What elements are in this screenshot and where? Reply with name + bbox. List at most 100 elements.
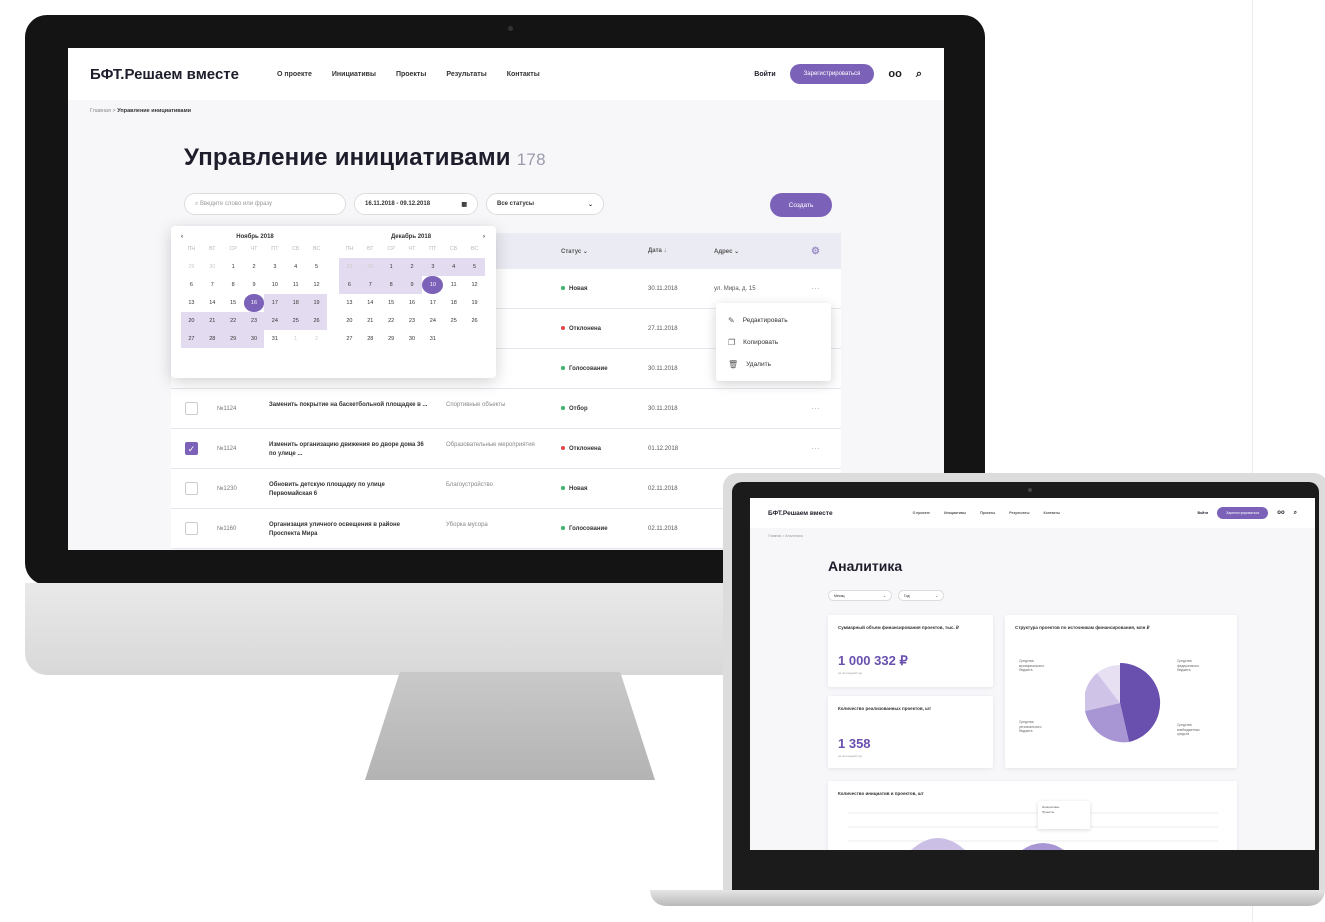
calendar-day[interactable]: 12 [306, 276, 327, 294]
calendar-day[interactable]: 1 [285, 330, 306, 348]
register-button[interactable]: Зарегистрироваться [789, 64, 875, 84]
initiative-name[interactable]: Заменить покрытие на баскетбольной площа… [269, 401, 429, 410]
calendar-day[interactable]: 19 [306, 294, 327, 312]
calendar-day[interactable]: 7 [202, 276, 223, 294]
period-select-month[interactable]: Месяц ⌄ [828, 590, 892, 601]
site-logo[interactable]: БФТ.Решаем вместе [90, 66, 239, 83]
calendar-day[interactable]: 9 [401, 276, 423, 294]
calendar-day[interactable]: 30 [243, 330, 265, 348]
search-input[interactable]: ⌕ Введите слово или фразу [184, 193, 346, 215]
calendar-day[interactable]: 12 [464, 276, 485, 294]
calendar-day[interactable]: 20 [339, 312, 360, 330]
register-button[interactable]: Зарегистрироваться [1217, 507, 1269, 519]
table-row[interactable]: №1124 Заменить покрытие на баскетбольной … [171, 389, 841, 429]
nav-contacts[interactable]: Контакты [507, 71, 540, 78]
row-checkbox[interactable] [185, 402, 198, 415]
more-icon[interactable]: ··· [811, 283, 820, 293]
calendar-day[interactable]: 18 [443, 294, 464, 312]
calendar-day[interactable]: 8 [380, 276, 402, 294]
search-icon[interactable]: ⌕ [1294, 510, 1297, 517]
calendar-day[interactable]: 22 [222, 312, 244, 330]
calendar-day[interactable]: 21 [360, 312, 381, 330]
calendar-day[interactable]: 14 [360, 294, 381, 312]
calendar-day[interactable]: 11 [285, 276, 306, 294]
search-icon[interactable]: ⌕ [916, 68, 922, 81]
nav-results[interactable]: Результаты [446, 71, 486, 78]
calendar-day[interactable]: 13 [181, 294, 202, 312]
calendar-day[interactable]: 25 [443, 312, 464, 330]
calendar-day[interactable]: 27 [339, 330, 360, 348]
calendar-day[interactable]: 22 [381, 312, 402, 330]
login-link[interactable]: Войти [754, 71, 775, 78]
calendar-day[interactable]: 3 [264, 258, 285, 276]
calendar-day[interactable]: 24 [422, 312, 443, 330]
calendar-day[interactable]: 29 [181, 258, 202, 276]
row-checkbox[interactable] [185, 522, 198, 535]
calendar-day[interactable]: 30 [402, 330, 423, 348]
calendar-day[interactable]: 3 [422, 258, 444, 276]
site-logo[interactable]: БФТ.Решаем вместе [768, 510, 833, 517]
more-icon[interactable]: ··· [811, 443, 820, 453]
initiative-name[interactable]: Обновить детскую площадку по улице Перво… [269, 481, 429, 498]
calendar-day[interactable]: 19 [464, 294, 485, 312]
column-address[interactable]: Адрес ⌄ [714, 248, 739, 255]
table-row[interactable]: ✓ №1124 Изменить организацию движения во д… [171, 429, 841, 469]
calendar-day[interactable]: 29 [222, 330, 244, 348]
calendar-day[interactable]: 26 [306, 312, 327, 330]
calendar-next-icon[interactable]: › [483, 234, 485, 240]
calendar-day[interactable]: 30 [202, 258, 223, 276]
nav-about[interactable]: О проекте [277, 71, 312, 78]
calendar-day[interactable]: 11 [443, 276, 464, 294]
calendar-day[interactable]: 29 [339, 258, 360, 276]
row-checkbox[interactable]: ✓ [185, 442, 198, 455]
calendar-day[interactable]: 25 [285, 312, 307, 330]
login-link[interactable]: Войти [1197, 511, 1208, 515]
calendar-day[interactable]: 9 [244, 276, 265, 294]
calendar-day[interactable]: 15 [223, 294, 244, 312]
date-range-field[interactable]: 16.11.2018 - 09.12.2018 ▦ [354, 193, 478, 215]
calendar-day[interactable] [443, 330, 464, 348]
status-select[interactable]: Все статусы ⌄ [486, 193, 604, 215]
more-icon[interactable]: ··· [811, 403, 820, 413]
column-status[interactable]: Статус ⌄ [561, 248, 588, 255]
calendar-day[interactable]: 10 [422, 276, 444, 294]
calendar-day[interactable]: 5 [306, 258, 327, 276]
glasses-icon[interactable]: oo [888, 68, 901, 80]
calendar-day[interactable]: 16 [402, 294, 423, 312]
menu-item-copy[interactable]: ❐ Копировать [716, 331, 831, 353]
calendar-day[interactable]: 13 [339, 294, 360, 312]
calendar-day[interactable]: 28 [360, 330, 381, 348]
calendar-prev-icon[interactable]: ‹ [181, 234, 183, 240]
menu-item-edit[interactable]: ✎ Редактировать [716, 309, 831, 331]
calendar-day[interactable]: 6 [181, 276, 202, 294]
calendar-day[interactable]: 23 [243, 312, 265, 330]
calendar-day[interactable]: 1 [380, 258, 402, 276]
calendar-day[interactable]: 26 [464, 312, 485, 330]
calendar-day[interactable]: 14 [202, 294, 223, 312]
nav-initiatives[interactable]: Инициативы [332, 71, 376, 78]
calendar-day[interactable]: 27 [181, 330, 202, 348]
period-select-year[interactable]: Год ⌄ [898, 590, 944, 601]
calendar-day[interactable]: 20 [181, 312, 202, 330]
menu-item-delete[interactable]: 🗑 Удалить [716, 353, 831, 375]
calendar-day[interactable]: 8 [223, 276, 244, 294]
calendar-day[interactable]: 5 [464, 258, 485, 276]
calendar-day[interactable]: 4 [443, 258, 465, 276]
calendar-day[interactable]: 4 [285, 258, 306, 276]
calendar-day[interactable]: 29 [381, 330, 402, 348]
calendar-day[interactable]: 23 [402, 312, 423, 330]
nav-projects[interactable]: Проекты [396, 71, 426, 78]
glasses-icon[interactable]: oo [1277, 510, 1284, 516]
calendar-day[interactable]: 10 [264, 276, 285, 294]
breadcrumb-home[interactable]: Главная [90, 108, 111, 114]
row-checkbox[interactable] [185, 482, 198, 495]
calendar-day[interactable]: 31 [422, 330, 443, 348]
calendar-day[interactable]: 31 [264, 330, 285, 348]
calendar-day[interactable]: 7 [359, 276, 381, 294]
calendar-day[interactable]: 28 [201, 330, 223, 348]
calendar-day[interactable]: 15 [381, 294, 402, 312]
calendar-day[interactable]: 21 [201, 312, 223, 330]
calendar-day[interactable] [464, 330, 485, 348]
nav-initiatives[interactable]: Инициативы [944, 511, 966, 515]
create-button[interactable]: Создать [770, 193, 832, 217]
